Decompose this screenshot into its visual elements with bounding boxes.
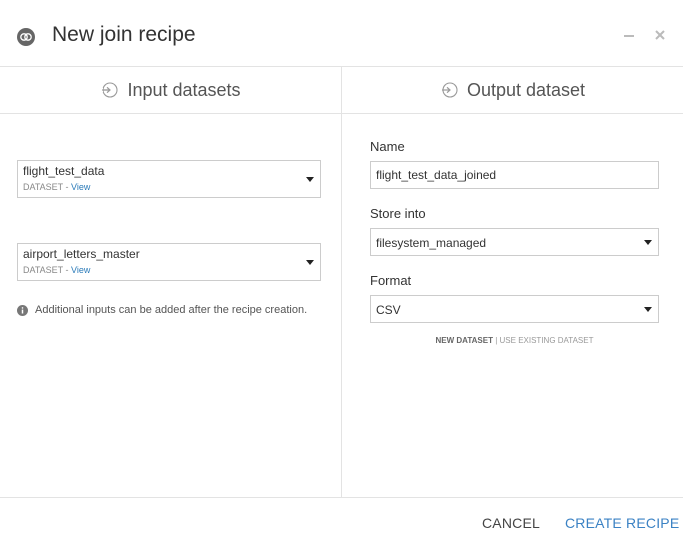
input-dataset-select-2[interactable]: airport_letters_master DATASET - View — [17, 243, 321, 281]
store-into-select[interactable]: filesystem_managed — [370, 228, 659, 256]
view-link[interactable]: View — [71, 265, 90, 275]
view-link[interactable]: View — [71, 182, 90, 192]
info-icon — [17, 304, 28, 316]
meta-separator: - — [63, 182, 72, 192]
input-datasets-header: Input datasets — [0, 67, 341, 114]
join-recipe-icon — [17, 28, 35, 46]
input-dataset-select-1[interactable]: flight_test_data DATASET - View — [17, 160, 321, 198]
output-arrow-icon — [441, 82, 458, 98]
name-label: Name — [370, 139, 405, 154]
store-into-value: filesystem_managed — [376, 236, 487, 250]
caret-down-icon — [306, 177, 314, 182]
minimize-icon[interactable] — [622, 28, 636, 42]
caret-down-icon — [644, 240, 652, 245]
output-dataset-heading: Output dataset — [466, 79, 586, 100]
column-divider — [341, 67, 342, 497]
info-note: Additional inputs can be added after the… — [17, 304, 307, 316]
info-text: Additional inputs can be added after the… — [35, 304, 308, 316]
input-dataset-name: flight_test_data — [23, 164, 105, 178]
output-dataset-header: Output dataset — [342, 67, 683, 114]
meta-separator: - — [63, 265, 72, 275]
input-dataset-meta: DATASET - View — [23, 265, 90, 275]
dataset-mode-toggle: NEW DATASET | USE EXISTING DATASET — [370, 336, 659, 345]
input-datasets-heading: Input datasets — [127, 79, 241, 100]
dialog-header: New join recipe — [0, 0, 683, 67]
store-into-label: Store into — [370, 206, 426, 221]
dataset-type-label: DATASET — [23, 182, 64, 192]
close-icon[interactable] — [653, 28, 667, 42]
format-value: CSV — [376, 303, 401, 317]
create-recipe-button[interactable]: CREATE RECIPE — [565, 515, 679, 531]
input-dataset-name: airport_letters_master — [23, 247, 140, 261]
input-arrow-icon — [100, 82, 119, 98]
format-select[interactable]: CSV — [370, 295, 659, 323]
format-label: Format — [370, 273, 412, 288]
input-dataset-meta: DATASET - View — [23, 182, 90, 192]
use-existing-dataset-option[interactable]: USE EXISTING DATASET — [500, 336, 594, 345]
dataset-type-label: DATASET — [23, 265, 64, 275]
dialog-title: New join recipe — [52, 23, 196, 46]
name-input[interactable] — [370, 161, 659, 189]
caret-down-icon — [306, 260, 314, 265]
new-dataset-option[interactable]: NEW DATASET — [436, 336, 493, 345]
cancel-button[interactable]: CANCEL — [482, 515, 540, 531]
caret-down-icon — [644, 307, 652, 312]
